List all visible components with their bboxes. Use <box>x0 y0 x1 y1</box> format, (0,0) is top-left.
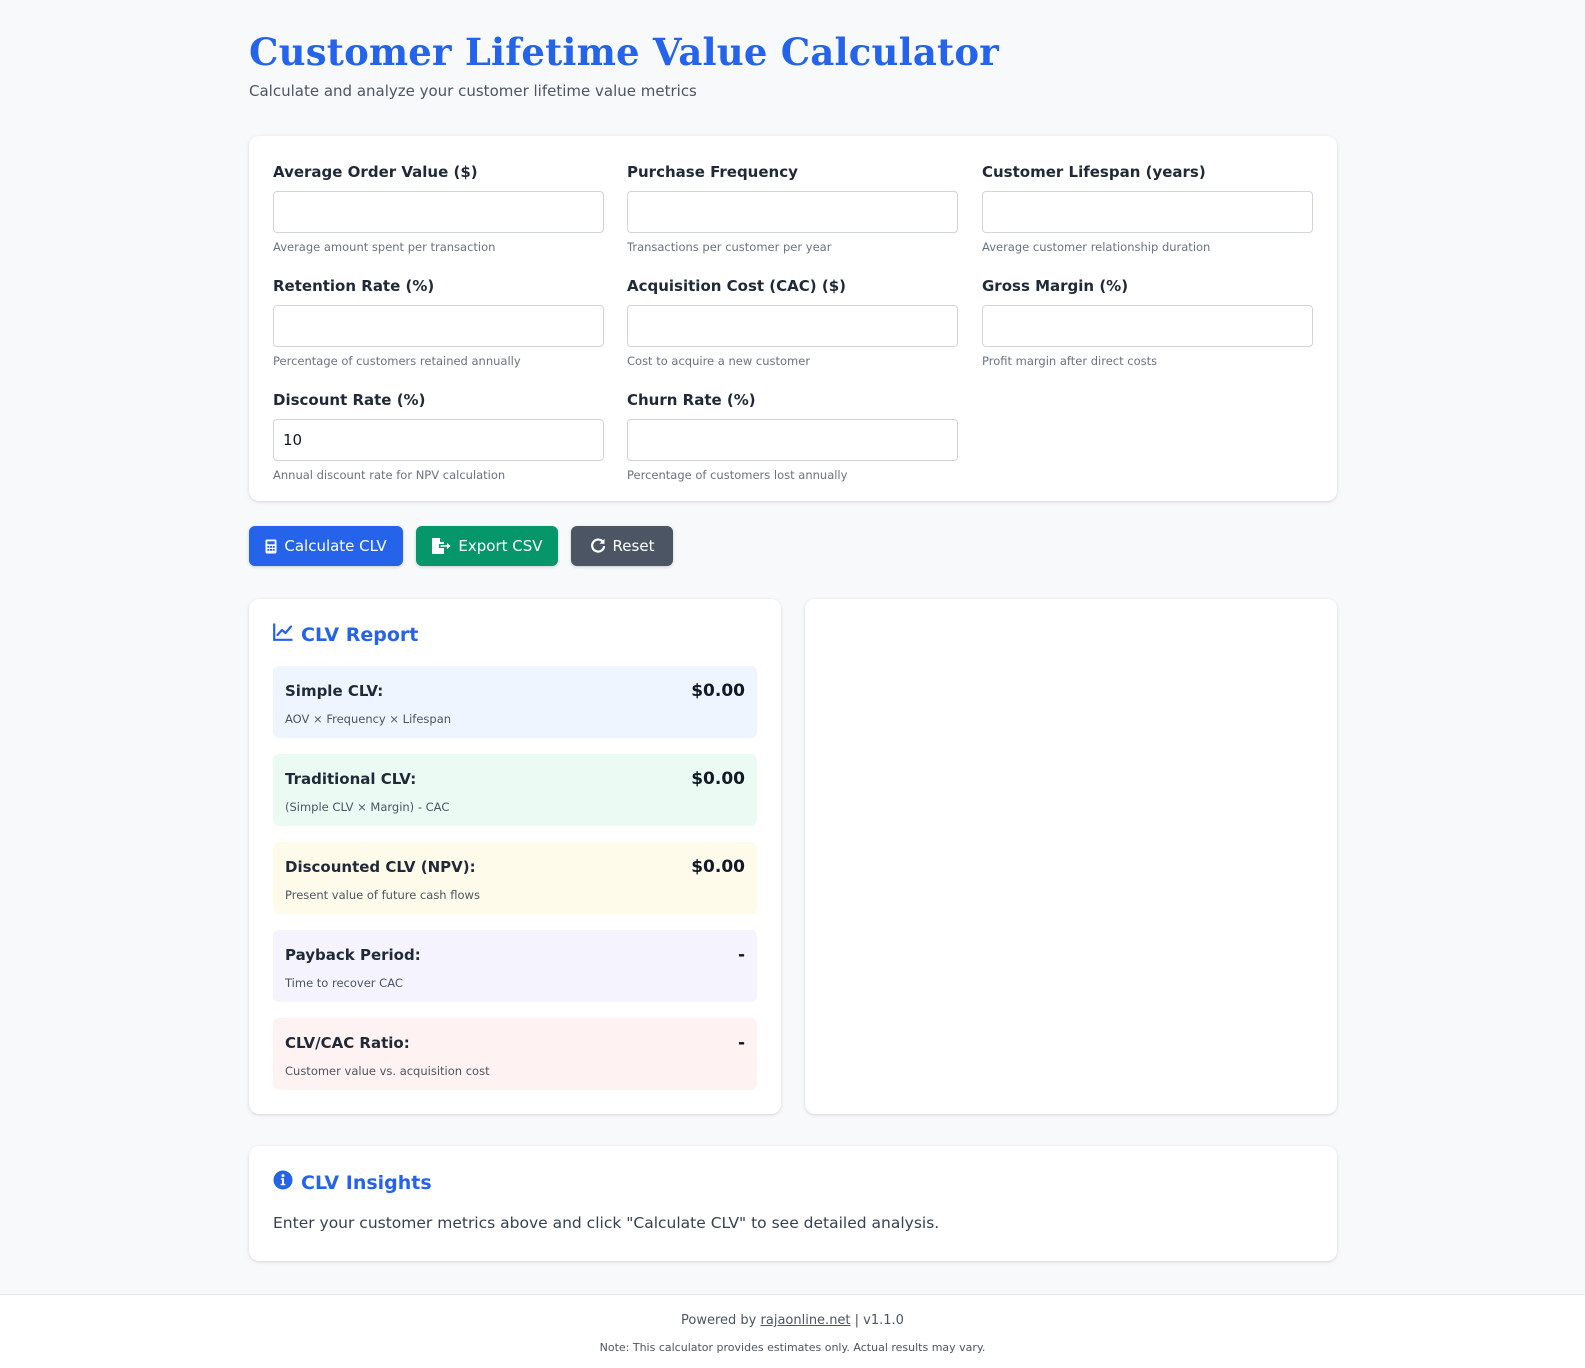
chart-line-icon <box>273 623 293 646</box>
footer-note: Note: This calculator provides estimates… <box>599 1341 986 1354</box>
acquisition-cost-input[interactable] <box>627 305 958 347</box>
field-gross-margin: Gross Margin (%) Profit margin after dir… <box>982 275 1313 368</box>
file-export-icon <box>431 538 451 554</box>
input-card: Average Order Value ($) Average amount s… <box>249 136 1337 501</box>
field-customer-lifespan: Customer Lifespan (years) Average custom… <box>982 161 1313 254</box>
reset-button[interactable]: Reset <box>571 526 673 566</box>
field-label: Retention Rate (%) <box>273 277 435 295</box>
field-help: Profit margin after direct costs <box>982 354 1158 368</box>
field-help: Annual discount rate for NPV calculation <box>273 468 506 482</box>
metric-label: Traditional CLV: <box>285 770 417 788</box>
metric-description: AOV × Frequency × Lifespan <box>285 712 452 726</box>
field-label: Acquisition Cost (CAC) ($) <box>627 277 846 295</box>
customer-lifespan-input[interactable] <box>982 191 1313 233</box>
metric-value: - <box>737 1033 745 1053</box>
footer-link[interactable]: rajaonline.net <box>761 1313 851 1328</box>
chart-panel <box>805 599 1337 1114</box>
calculate-clv-button[interactable]: Calculate CLV <box>249 526 403 566</box>
export-csv-button[interactable]: Export CSV <box>416 526 558 566</box>
footer-powered-by: Powered by <box>681 1313 757 1328</box>
page-subtitle: Calculate and analyze your customer life… <box>249 82 697 100</box>
average-order-value-input[interactable] <box>273 191 604 233</box>
clv-insights-card: CLV Insights Enter your customer metrics… <box>249 1146 1337 1261</box>
field-label: Customer Lifespan (years) <box>982 163 1206 181</box>
metric-description: Customer value vs. acquisition cost <box>285 1064 490 1078</box>
info-circle-icon <box>273 1170 293 1195</box>
field-help: Cost to acquire a new customer <box>627 354 811 368</box>
field-discount-rate: Discount Rate (%) Annual discount rate f… <box>273 389 604 482</box>
field-acquisition-cost: Acquisition Cost (CAC) ($) Cost to acqui… <box>627 275 958 368</box>
metric-simple-clv: Simple CLV: $0.00 AOV × Frequency × Life… <box>273 666 757 738</box>
field-purchase-frequency: Purchase Frequency Transactions per cust… <box>627 161 958 254</box>
field-help: Percentage of customers lost annually <box>627 468 848 482</box>
metric-value: - <box>737 945 745 965</box>
calculator-icon <box>265 539 277 554</box>
field-churn-rate: Churn Rate (%) Percentage of customers l… <box>627 389 958 482</box>
footer-credit: Powered by rajaonline.net | v1.1.0 <box>0 1313 1585 1328</box>
clv-report-heading: CLV Report <box>273 623 418 646</box>
insights-text: Enter your customer metrics above and cl… <box>273 1214 940 1232</box>
reset-label: Reset <box>612 537 655 555</box>
clv-insights-heading: CLV Insights <box>273 1170 432 1195</box>
field-label: Discount Rate (%) <box>273 391 426 409</box>
purchase-frequency-input[interactable] <box>627 191 958 233</box>
export-csv-label: Export CSV <box>458 537 543 555</box>
metric-clv-cac-ratio: CLV/CAC Ratio: - Customer value vs. acqu… <box>273 1018 757 1090</box>
field-label: Churn Rate (%) <box>627 391 756 409</box>
field-label: Purchase Frequency <box>627 163 798 181</box>
metric-traditional-clv: Traditional CLV: $0.00 (Simple CLV × Mar… <box>273 754 757 826</box>
field-label: Average Order Value ($) <box>273 163 478 181</box>
metric-description: (Simple CLV × Margin) - CAC <box>285 800 450 814</box>
metric-description: Time to recover CAC <box>285 976 403 990</box>
field-label: Gross Margin (%) <box>982 277 1129 295</box>
field-help: Transactions per customer per year <box>627 240 832 254</box>
page-title: Customer Lifetime Value Calculator <box>249 30 999 74</box>
field-help: Average customer relationship duration <box>982 240 1211 254</box>
metric-label: CLV/CAC Ratio: <box>285 1034 410 1052</box>
metric-payback-period: Payback Period: - Time to recover CAC <box>273 930 757 1002</box>
field-average-order-value: Average Order Value ($) Average amount s… <box>273 161 604 254</box>
field-help: Average amount spent per transaction <box>273 240 496 254</box>
discount-rate-input[interactable] <box>273 419 604 461</box>
metric-label: Simple CLV: <box>285 682 384 700</box>
calculate-clv-label: Calculate CLV <box>284 537 387 555</box>
churn-rate-input[interactable] <box>627 419 958 461</box>
metric-description: Present value of future cash flows <box>285 888 480 902</box>
footer-version: | v1.1.0 <box>854 1313 904 1328</box>
footer: Powered by rajaonline.net | v1.1.0 Note:… <box>0 1294 1585 1368</box>
clv-report-title: CLV Report <box>301 623 419 646</box>
reset-icon <box>590 538 606 554</box>
metric-label: Discounted CLV (NPV): <box>285 858 476 876</box>
gross-margin-input[interactable] <box>982 305 1313 347</box>
clv-report-card: CLV Report Simple CLV: $0.00 AOV × Frequ… <box>249 599 781 1114</box>
field-help: Percentage of customers retained annuall… <box>273 354 521 368</box>
metric-discounted-clv: Discounted CLV (NPV): $0.00 Present valu… <box>273 842 757 914</box>
metric-value: $0.00 <box>691 769 745 789</box>
metric-label: Payback Period: <box>285 946 421 964</box>
metric-value: $0.00 <box>691 857 745 877</box>
metric-value: $0.00 <box>691 681 745 701</box>
clv-insights-title: CLV Insights <box>301 1171 432 1194</box>
field-retention-rate: Retention Rate (%) Percentage of custome… <box>273 275 604 368</box>
retention-rate-input[interactable] <box>273 305 604 347</box>
